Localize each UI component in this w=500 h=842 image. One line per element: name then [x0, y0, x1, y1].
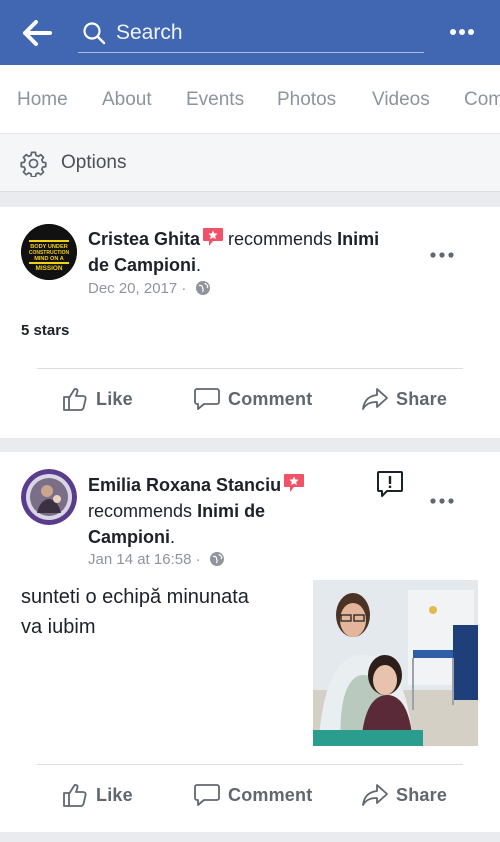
comment-label: Comment [228, 388, 313, 409]
divider [37, 368, 463, 369]
thumbs-up-icon [63, 388, 87, 411]
share-icon [362, 784, 388, 806]
divider [37, 764, 463, 765]
gear-icon [20, 151, 47, 177]
search-bar[interactable] [78, 12, 424, 53]
share-icon [362, 388, 388, 410]
post-headline: Emilia Roxana Stanciu recommends Inimi de… [88, 472, 328, 550]
options-bar[interactable]: Options [0, 133, 500, 192]
comment-icon [194, 784, 220, 806]
like-label: Like [96, 388, 133, 409]
like-button[interactable]: Like [60, 382, 133, 416]
post-photo[interactable] [313, 580, 478, 746]
tab-events[interactable]: Events [186, 89, 244, 111]
thumbs-up-icon [63, 784, 87, 807]
options-label: Options [61, 152, 127, 173]
search-input[interactable] [116, 18, 416, 48]
post-meta: Jan 14 at 16:58 · [88, 551, 225, 568]
post-date[interactable]: Dec 20, 2017 · [88, 280, 186, 297]
comment-label: Comment [228, 784, 313, 805]
arrow-left-icon[interactable] [22, 18, 54, 48]
rating-text: 5 stars [21, 322, 70, 339]
share-button[interactable]: Share [360, 382, 447, 416]
avatar-text-3: MIND ON A [34, 256, 64, 262]
report-icon[interactable] [376, 470, 404, 498]
comment-icon [194, 388, 220, 410]
post-date[interactable]: Jan 14 at 16:58 · [88, 551, 201, 568]
globe-icon [195, 281, 210, 295]
post-body-line: sunteti o echipă minunata [21, 586, 249, 608]
recommend-verb: recommends [88, 501, 193, 521]
recommend-verb: recommends [228, 229, 333, 249]
share-label: Share [396, 784, 448, 805]
post-more-icon[interactable] [429, 247, 455, 258]
page-tabs: Home About Events Photos Videos Com [0, 65, 500, 133]
more-horizontal-icon[interactable] [446, 22, 478, 42]
top-navigation-bar [0, 0, 500, 65]
post-more-icon[interactable] [429, 493, 455, 504]
share-button[interactable]: Share [360, 778, 447, 812]
post-headline: Cristea Ghita recommends Inimi de Campion… [88, 228, 380, 275]
avatar[interactable] [21, 469, 77, 525]
post-meta: Dec 20, 2017 · [88, 280, 211, 297]
share-label: Share [396, 388, 448, 409]
tab-home[interactable]: Home [17, 89, 68, 111]
recommendation-badge-icon [203, 228, 224, 246]
tab-photos[interactable]: Photos [277, 89, 336, 111]
avatar[interactable]: BODY UNDER CONSTRUCTION MIND ON A MISSIO… [21, 224, 77, 280]
globe-icon [209, 552, 224, 566]
post-body-line: va iubim [21, 616, 96, 638]
review-post: Emilia Roxana Stanciu recommends Inimi de… [0, 452, 500, 832]
like-button[interactable]: Like [60, 778, 133, 812]
tab-about[interactable]: About [102, 89, 152, 111]
like-label: Like [96, 784, 133, 805]
tab-videos[interactable]: Videos [372, 89, 430, 111]
avatar-text-4: MISSION [36, 265, 63, 272]
author-name[interactable]: Cristea Ghita [88, 229, 200, 249]
comment-button[interactable]: Comment [192, 382, 312, 416]
search-icon [83, 22, 106, 45]
recommendation-badge-icon [284, 474, 305, 492]
review-post: BODY UNDER CONSTRUCTION MIND ON A MISSIO… [0, 207, 500, 438]
author-name[interactable]: Emilia Roxana Stanciu [88, 475, 281, 495]
comment-button[interactable]: Comment [192, 778, 312, 812]
post-body: sunteti o echipă minunata va iubim [21, 582, 301, 642]
tab-community[interactable]: Com [464, 89, 500, 111]
